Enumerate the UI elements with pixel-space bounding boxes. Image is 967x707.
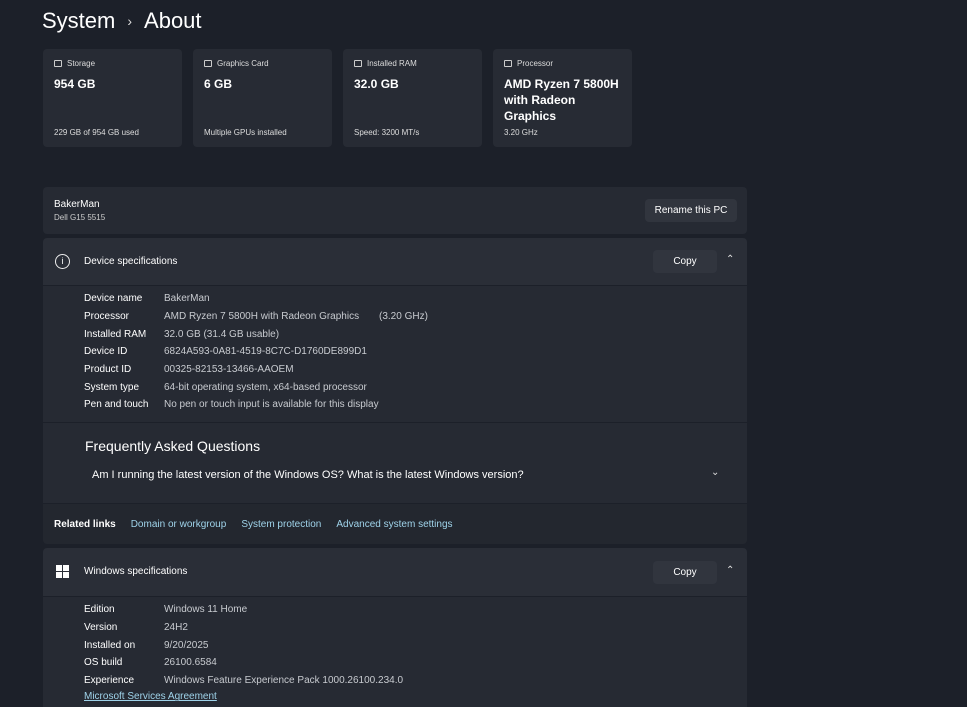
spec-value: Windows 11 Home: [164, 604, 248, 616]
storage-icon: [54, 60, 62, 67]
spec-row: System type 64-bit operating system, x64-…: [84, 378, 747, 396]
spec-row: Device name BakerMan: [84, 290, 747, 308]
section-title: Windows specifications: [84, 566, 188, 577]
graphics-card-icon: [204, 60, 212, 67]
copy-windows-specs-button[interactable]: Copy: [653, 561, 717, 584]
spec-value: 9/20/2025: [164, 639, 209, 651]
graphics-card-card[interactable]: Graphics Card 6 GB Multiple GPUs install…: [193, 49, 332, 147]
card-label: Installed RAM: [367, 59, 417, 68]
spec-value: 24H2: [164, 622, 188, 634]
processor-icon: [504, 60, 512, 67]
ram-card[interactable]: Installed RAM 32.0 GB Speed: 3200 MT/s: [343, 49, 482, 147]
rename-pc-button[interactable]: Rename this PC: [645, 199, 737, 222]
spec-key: Version: [84, 622, 118, 634]
spec-key: Device name: [84, 293, 143, 305]
faq-section: Frequently Asked Questions Am I running …: [43, 423, 747, 503]
storage-card[interactable]: Storage 954 GB 229 GB of 954 GB used: [43, 49, 182, 147]
spec-key: Processor: [84, 311, 130, 323]
spec-value: 32.0 GB (31.4 GB usable): [164, 328, 280, 340]
spec-key: Installed on: [84, 639, 136, 651]
spec-value: 64-bit operating system, x64-based proce…: [164, 381, 367, 393]
card-value: 954 GB: [54, 77, 96, 91]
spec-key: Experience: [84, 675, 135, 687]
card-label: Graphics Card: [217, 59, 269, 68]
services-agreement-link[interactable]: Microsoft Services Agreement: [84, 691, 747, 702]
faq-question[interactable]: Am I running the latest version of the W…: [92, 469, 524, 481]
spec-key: Pen and touch: [84, 399, 149, 411]
device-specs-header[interactable]: i Device specifications Copy ⌃: [43, 238, 747, 285]
spec-value: 26100.6584: [164, 657, 217, 669]
info-icon: i: [55, 254, 70, 269]
windows-logo-icon: [56, 565, 69, 578]
domain-workgroup-link[interactable]: Domain or workgroup: [131, 519, 227, 530]
spec-row: Installed RAM 32.0 GB (31.4 GB usable): [84, 325, 747, 343]
chevron-down-icon[interactable]: ⌄: [711, 467, 719, 478]
copy-device-specs-button[interactable]: Copy: [653, 250, 717, 273]
pc-name: BakerMan: [54, 199, 100, 210]
spec-row: OS build 26100.6584: [84, 654, 747, 672]
spec-key: Edition: [84, 604, 115, 616]
windows-specs-body: Edition Windows 11 Home Version 24H2 Insta…: [43, 597, 747, 707]
page-title: About: [144, 8, 202, 33]
faq-title: Frequently Asked Questions: [85, 438, 261, 454]
spec-key: Product ID: [84, 364, 132, 376]
ram-icon: [354, 60, 362, 67]
device-specs-body: Device name BakerMan Processor AMD Ryzen 7…: [43, 286, 747, 422]
pc-name-panel: BakerMan Dell G15 5515 Rename this PC: [43, 187, 747, 234]
spec-extra: (3.20 GHz): [379, 311, 428, 323]
spec-key: Device ID: [84, 346, 128, 358]
section-title: Device specifications: [84, 256, 178, 267]
card-sub: 229 GB of 954 GB used: [54, 128, 139, 137]
spec-key: Installed RAM: [84, 328, 147, 340]
card-label: Storage: [67, 59, 96, 68]
card-value: AMD Ryzen 7 5800H with Radeon Graphics: [504, 77, 619, 123]
chevron-up-icon[interactable]: ⌃: [726, 565, 734, 576]
card-sub: Multiple GPUs installed: [204, 128, 287, 137]
card-sub: 3.20 GHz: [504, 128, 538, 137]
processor-card[interactable]: Processor AMD Ryzen 7 5800H with Radeon …: [493, 49, 632, 147]
breadcrumb: System › About: [42, 8, 202, 34]
spec-row: Product ID 00325-82153-13466-AAOEM: [84, 361, 747, 379]
card-value: 32.0 GB: [354, 77, 399, 91]
pc-model: Dell G15 5515: [54, 213, 106, 222]
spec-value: AMD Ryzen 7 5800H with Radeon Graphics: [164, 311, 360, 323]
spec-value: Windows Feature Experience Pack 1000.261…: [164, 675, 404, 687]
windows-specs-header[interactable]: Windows specifications Copy ⌃: [43, 548, 747, 596]
spec-row: Edition Windows 11 Home: [84, 601, 747, 619]
related-links: Related links Domain or workgroup System…: [43, 504, 747, 544]
related-links-label: Related links: [54, 518, 116, 530]
spec-value: No pen or touch input is available for t…: [164, 399, 379, 411]
spec-value: BakerMan: [164, 293, 210, 305]
spec-key: OS build: [84, 657, 123, 669]
card-sub: Speed: 3200 MT/s: [354, 128, 420, 137]
spec-row: Processor AMD Ryzen 7 5800H with Radeon G…: [84, 308, 747, 326]
chevron-right-icon: ›: [127, 13, 133, 29]
advanced-system-settings-link[interactable]: Advanced system settings: [336, 519, 452, 530]
spec-row: Experience Windows Feature Experience Pac…: [84, 672, 747, 690]
card-label: Processor: [517, 59, 554, 68]
breadcrumb-system[interactable]: System: [42, 8, 115, 34]
spec-value: 6824A593-0A81-4519-8C7C-D1760DE899D1: [164, 346, 367, 358]
chevron-up-icon[interactable]: ⌃: [726, 254, 734, 265]
card-value: 6 GB: [204, 77, 233, 91]
system-protection-link[interactable]: System protection: [241, 519, 321, 530]
spec-row: Installed on 9/20/2025: [84, 636, 747, 654]
spec-row: Pen and touch No pen or touch input is av…: [84, 396, 747, 414]
spec-row: Version 24H2: [84, 619, 747, 637]
spec-key: System type: [84, 381, 140, 393]
spec-value: 00325-82153-13466-AAOEM: [164, 364, 294, 376]
spec-row: Device ID 6824A593-0A81-4519-8C7C-D1760DE…: [84, 343, 747, 361]
